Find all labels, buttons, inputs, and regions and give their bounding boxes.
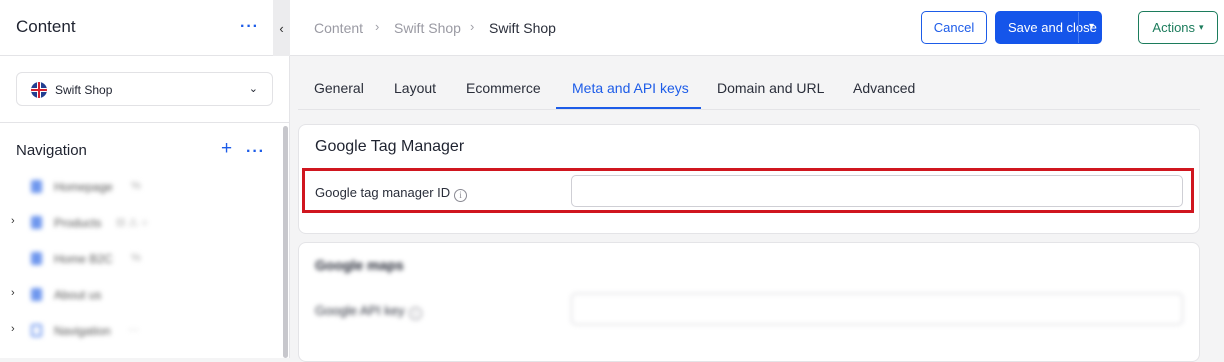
plus-icon[interactable]: + (221, 139, 232, 159)
chevron-down-icon[interactable]: ▾ (1089, 21, 1094, 32)
breadcrumb-content[interactable]: Content (314, 20, 363, 36)
tab-domain-and-url[interactable]: Domain and URL (717, 80, 824, 96)
info-icon[interactable]: i (408, 307, 422, 320)
chevron-right-icon[interactable]: › (11, 287, 15, 299)
cancel-button[interactable]: Cancel (921, 11, 987, 44)
site-selector[interactable]: Swift Shop ⌄ (16, 72, 273, 106)
tree-item-badge: ··· (128, 324, 139, 336)
tree-item-navigation[interactable]: › Navigation ··· (0, 321, 270, 341)
sidebar-header: Content ··· (0, 0, 273, 56)
tree-item-badge: ⊟ ⚠ ○ (116, 217, 148, 229)
save-and-close-label: Save and close (1008, 20, 1097, 35)
tree-item-home-b2c[interactable]: Home B2C % (0, 249, 270, 269)
breadcrumb-site[interactable]: Swift Shop (394, 20, 461, 36)
tab-advanced[interactable]: Advanced (853, 80, 915, 96)
card-title: Google Tag Manager (315, 138, 465, 155)
actions-label: Actions (1152, 20, 1196, 35)
tree-item-products[interactable]: › Products ⊟ ⚠ ○ (0, 213, 270, 233)
tree-item-badge: % (131, 180, 141, 192)
top-bar: Content › Swift Shop › Swift Shop Cancel… (290, 0, 1224, 56)
card-title: Google maps (315, 257, 404, 273)
tabs-divider (298, 109, 1200, 110)
google-api-key-label: Google API key i (315, 303, 422, 320)
navigation-more-dots-icon[interactable]: ··· (246, 144, 265, 160)
page-icon (31, 216, 42, 229)
breadcrumb-separator-icon: › (470, 19, 475, 34)
highlight-box (302, 168, 1194, 213)
tree-item-homepage[interactable]: Homepage % (0, 177, 270, 197)
chevron-right-icon[interactable]: › (11, 323, 15, 335)
google-maps-card: Google maps Google API key i (298, 242, 1200, 362)
divider (0, 122, 290, 123)
google-api-key-input[interactable] (571, 293, 1183, 325)
site-selector-value: Swift Shop (55, 83, 113, 97)
navigation-title: Navigation (16, 142, 87, 159)
active-tab-indicator (556, 107, 701, 109)
tree-item-label: About us (54, 288, 102, 302)
tab-ecommerce[interactable]: Ecommerce (466, 80, 541, 96)
sidebar-scrollbar[interactable] (283, 126, 288, 358)
chevron-right-icon[interactable]: › (11, 215, 15, 227)
page-icon (31, 252, 42, 265)
chevron-left-icon: ‹ (279, 20, 284, 36)
chevron-down-icon: ⌄ (248, 83, 258, 95)
tree-item-badge: % (131, 252, 141, 264)
collapse-sidebar-button[interactable]: ‹ (273, 0, 290, 56)
tree-item-label: Navigation (54, 324, 111, 338)
tab-meta-and-api-keys[interactable]: Meta and API keys (572, 80, 689, 96)
tab-general[interactable]: General (314, 80, 364, 96)
chevron-down-icon: ▾ (1199, 22, 1204, 32)
uk-flag-icon (31, 82, 47, 98)
more-dots-icon[interactable]: ··· (240, 19, 259, 35)
tree-item-about-us[interactable]: › About us (0, 285, 270, 305)
field-label-text: Google API key (315, 303, 405, 318)
breadcrumb-current: Swift Shop (489, 20, 556, 36)
save-and-close-button[interactable]: Save and close ▾ (995, 11, 1102, 44)
content-sidebar: Content ··· ‹ Swift Shop ⌄ Navigation + … (0, 0, 290, 358)
page-icon (31, 288, 42, 301)
breadcrumb-separator-icon: › (375, 19, 380, 34)
button-divider (1078, 12, 1079, 43)
sidebar-title: Content (16, 17, 76, 36)
actions-button[interactable]: Actions ▾ (1138, 11, 1218, 44)
tree-item-label: Homepage (54, 180, 113, 194)
page-icon (31, 180, 42, 193)
tree-item-label: Home B2C (54, 252, 113, 266)
tree-item-label: Products (54, 216, 102, 230)
folder-icon (31, 324, 42, 337)
tab-layout[interactable]: Layout (394, 80, 436, 96)
